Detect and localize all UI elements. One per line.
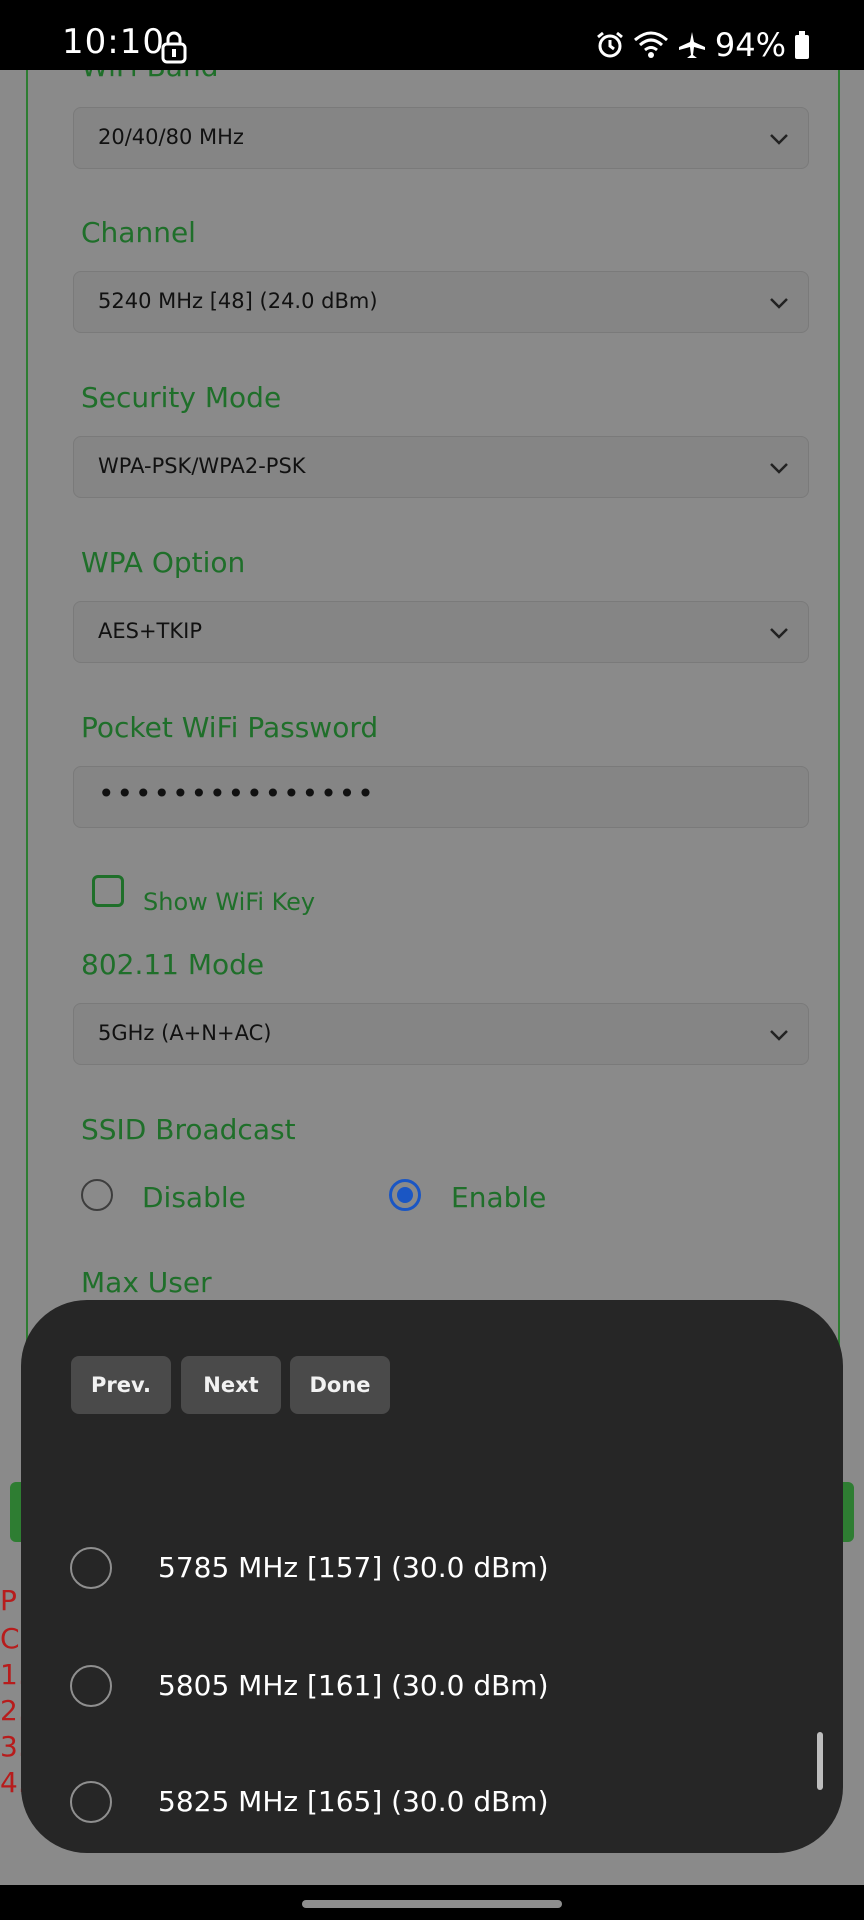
mode-select[interactable]: 5GHz (A+N+AC) — [73, 1003, 809, 1065]
password-input[interactable]: ••••••••••••••• — [73, 766, 809, 828]
show-wifi-key-label: Show WiFi Key — [143, 888, 316, 916]
ssid-broadcast-label: SSID Broadcast — [81, 1113, 296, 1146]
security-mode-value: WPA-PSK/WPA2-PSK — [98, 454, 306, 478]
ssid-disable-label: Disable — [142, 1181, 246, 1214]
option-label: 5805 MHz [161] (30.0 dBm) — [158, 1669, 549, 1702]
channel-option[interactable]: 5825 MHz [165] (30.0 dBm) — [21, 1752, 843, 1852]
battery-icon — [795, 31, 809, 59]
ssid-enable-radio[interactable] — [389, 1179, 421, 1211]
lock-icon — [161, 31, 187, 64]
mode-label: 802.11 Mode — [81, 948, 265, 981]
max-user-label: Max User — [81, 1266, 212, 1299]
option-radio[interactable] — [70, 1547, 112, 1589]
chevron-down-icon — [770, 628, 788, 639]
navigation-bar — [0, 1885, 864, 1920]
status-time: 10:10 — [62, 22, 165, 62]
option-radio[interactable] — [70, 1781, 112, 1823]
chevron-down-icon — [770, 134, 788, 145]
wpa-option-label: WPA Option — [81, 546, 246, 579]
channel-option[interactable]: 5805 MHz [161] (30.0 dBm) — [21, 1636, 843, 1736]
ssid-enable-label: Enable — [451, 1181, 547, 1214]
password-label: Pocket WiFi Password — [81, 711, 379, 744]
home-handle[interactable] — [302, 1900, 562, 1908]
show-wifi-key-checkbox[interactable] — [92, 875, 124, 907]
channel-select[interactable]: 5240 MHz [48] (24.0 dBm) — [73, 271, 809, 333]
note-fragment: C — [0, 1622, 20, 1655]
option-label: 5825 MHz [165] (30.0 dBm) — [158, 1785, 549, 1818]
battery-percent: 94% — [714, 26, 786, 64]
chevron-down-icon — [770, 298, 788, 309]
channel-label: Channel — [81, 216, 196, 249]
security-mode-label: Security Mode — [81, 381, 282, 414]
chevron-down-icon — [770, 463, 788, 474]
security-mode-select[interactable]: WPA-PSK/WPA2-PSK — [73, 436, 809, 498]
wpa-option-value: AES+TKIP — [98, 619, 203, 643]
wifi-band-label: WiFi Band — [81, 70, 218, 83]
next-button[interactable]: Next — [181, 1356, 281, 1414]
ssid-disable-radio[interactable] — [81, 1179, 113, 1211]
mode-value: 5GHz (A+N+AC) — [98, 1021, 272, 1045]
channel-picker-sheet: Prev. Next Done 5785 MHz [157] (30.0 dBm… — [21, 1300, 843, 1853]
airplane-icon — [678, 32, 705, 58]
chevron-down-icon — [770, 1030, 788, 1041]
option-radio[interactable] — [70, 1665, 112, 1707]
status-bar: 10:10 94% — [0, 0, 864, 70]
wifi-band-select[interactable]: 20/40/80 MHz — [73, 107, 809, 169]
wifi-icon — [633, 31, 668, 58]
channel-value: 5240 MHz [48] (24.0 dBm) — [98, 289, 378, 313]
wpa-option-select[interactable]: AES+TKIP — [73, 601, 809, 663]
wifi-band-value: 20/40/80 MHz — [98, 125, 244, 149]
scrollbar-thumb[interactable] — [817, 1732, 823, 1790]
option-label: 5785 MHz [157] (30.0 dBm) — [158, 1551, 549, 1584]
status-icons: 94% — [595, 26, 810, 64]
channel-option[interactable]: 5785 MHz [157] (30.0 dBm) — [21, 1518, 843, 1618]
note-fragment: P — [0, 1584, 17, 1617]
alarm-icon — [596, 31, 623, 58]
done-button[interactable]: Done — [290, 1356, 390, 1414]
prev-button[interactable]: Prev. — [71, 1356, 171, 1414]
password-value: ••••••••••••••• — [98, 777, 376, 810]
